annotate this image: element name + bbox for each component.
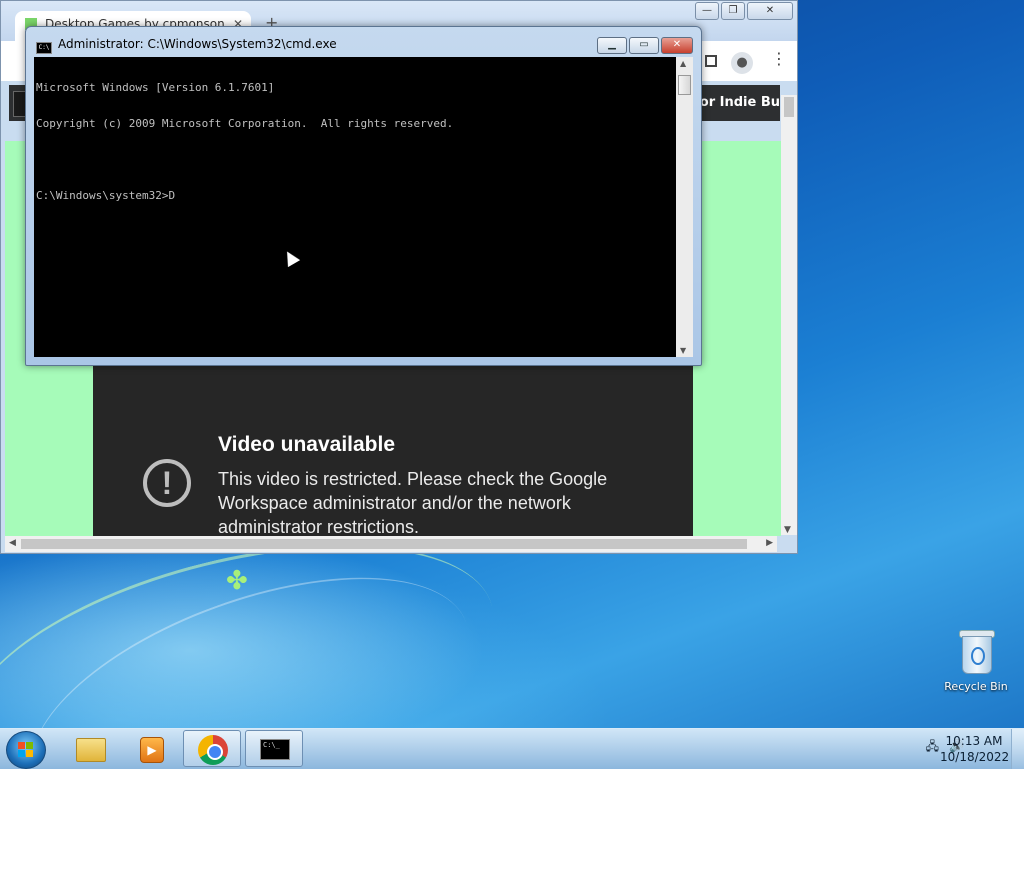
windows-logo-icon <box>18 742 34 758</box>
cmd-vertical-scrollbar[interactable]: ▲ ▼ <box>676 57 693 357</box>
desktop-icon-recycle-bin[interactable]: Recycle Bin <box>940 630 1012 693</box>
profile-icon[interactable]: ● <box>731 52 753 74</box>
console-line: Microsoft Windows [Version 6.1.7601] <box>36 81 275 94</box>
alert-icon: ! <box>143 459 191 507</box>
video-error-message: This video is restricted. Please check t… <box>218 469 608 537</box>
scroll-down-arrow-icon[interactable]: ▼ <box>680 346 686 355</box>
scroll-left-arrow-icon[interactable]: ◀ <box>9 538 16 548</box>
maximize-button[interactable]: ▭ <box>629 37 659 54</box>
media-player-icon: ▶ <box>140 737 164 763</box>
taskbar-item-chrome[interactable] <box>183 730 241 767</box>
cmd-title-text: Administrator: C:\Windows\System32\cmd.e… <box>58 37 337 51</box>
chrome-window-controls: — ❐ ✕ <box>693 2 793 20</box>
video-player[interactable]: ! Video unavailable This video is restri… <box>93 361 693 537</box>
desktop-icon-label: Recycle Bin <box>944 680 1008 693</box>
taskbar-item-cmd[interactable]: C:\_ <box>245 730 303 767</box>
side-panel-icon[interactable] <box>705 55 717 67</box>
cmd-window-controls: ▁ ▭ ✕ <box>595 36 693 54</box>
taskbar-item-explorer[interactable] <box>60 730 118 767</box>
taskbar: ▶ C:\_ 🖧 🔊 10:13 AM 10/18/2022 <box>0 728 1024 769</box>
minimize-button[interactable]: — <box>695 2 719 20</box>
scrollbar-thumb[interactable] <box>21 539 747 549</box>
wallpaper-leaf: ✤ <box>226 566 248 596</box>
taskbar-item-media-player[interactable]: ▶ <box>120 730 178 767</box>
console-prompt-line: C:\Windows\system32>D <box>36 189 176 202</box>
folder-icon <box>76 738 106 762</box>
scroll-up-arrow-icon[interactable]: ▲ <box>680 59 686 68</box>
maximize-button[interactable]: ❐ <box>721 2 745 20</box>
cmd-window: C:\ Administrator: C:\Windows\System32\cm… <box>25 26 702 366</box>
clock-time: 10:13 AM <box>945 734 1003 748</box>
page-vertical-scrollbar[interactable]: ▼ <box>781 95 797 535</box>
scrollbar-thumb[interactable] <box>784 97 794 117</box>
more-menu-icon[interactable]: ⋮ <box>771 49 787 68</box>
taskbar-clock[interactable]: 10:13 AM 10/18/2022 <box>940 733 1010 765</box>
cmd-icon: C:\ <box>36 42 52 54</box>
recycle-bin-icon <box>959 630 995 674</box>
minimize-button[interactable]: ▁ <box>597 37 627 54</box>
console-output[interactable]: Microsoft Windows [Version 6.1.7601] Cop… <box>34 57 676 357</box>
network-icon[interactable]: 🖧 <box>926 739 939 753</box>
cmd-icon: C:\_ <box>260 739 290 760</box>
close-button[interactable]: ✕ <box>747 2 793 20</box>
scrollbar-thumb[interactable] <box>678 75 691 95</box>
chrome-icon <box>198 735 228 765</box>
cmd-titlebar[interactable]: C:\ Administrator: C:\Windows\System32\cm… <box>36 37 337 54</box>
video-error-title: Video unavailable <box>218 433 396 456</box>
clock-date: 10/18/2022 <box>940 750 1010 764</box>
console-line: Copyright (c) 2009 Microsoft Corporation… <box>36 117 454 130</box>
start-button[interactable] <box>6 731 46 769</box>
scroll-down-arrow-icon[interactable]: ▼ <box>784 525 791 535</box>
show-desktop-button[interactable] <box>1011 729 1024 769</box>
scroll-right-arrow-icon[interactable]: ▶ <box>766 538 773 548</box>
page-horizontal-scrollbar[interactable]: ◀ ▶ <box>5 536 777 552</box>
close-button[interactable]: ✕ <box>661 37 693 54</box>
